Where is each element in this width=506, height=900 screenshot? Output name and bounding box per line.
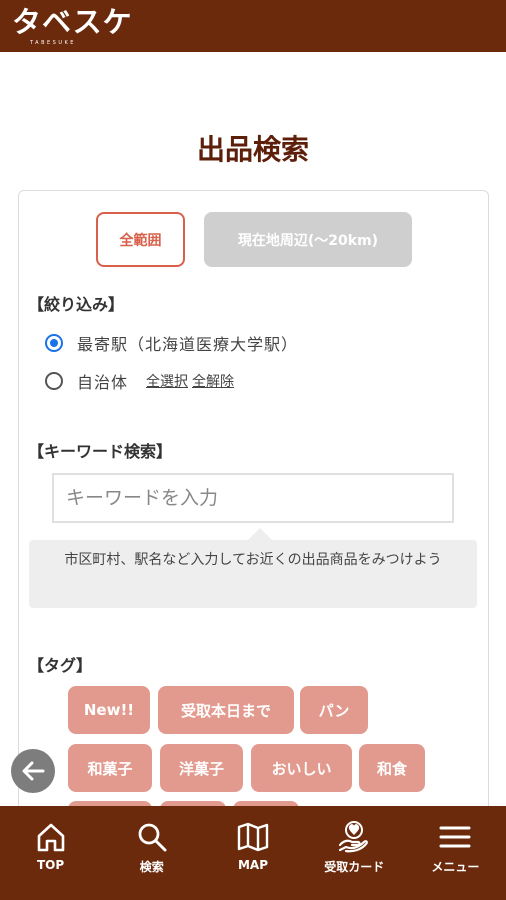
keyword-section-label: 【キーワード検索】	[28, 442, 173, 461]
tag-yogashi[interactable]: 洋菓子	[160, 744, 243, 792]
nav-label-top: TOP	[37, 858, 65, 872]
tag-delicious[interactable]: おいしい	[251, 744, 352, 792]
deselect-all-link[interactable]: 全解除	[192, 371, 234, 391]
tabesuke-logo[interactable]: タベスケ TABESUKE	[12, 4, 133, 46]
hint-arrow	[248, 528, 272, 540]
tag-pickup-today[interactable]: 受取本日まで	[158, 686, 294, 734]
back-button[interactable]	[11, 749, 55, 793]
station-radio[interactable]	[45, 334, 63, 352]
search-icon	[138, 823, 167, 852]
filter-section-label: 【絞り込み】	[28, 295, 125, 314]
municipality-radio-label: 自治体	[77, 373, 129, 392]
range-nearby-button[interactable]: 現在地周辺(〜20km)	[204, 212, 412, 267]
app-header: タベスケ TABESUKE	[0, 0, 506, 52]
menu-icon	[439, 826, 471, 848]
tag-new[interactable]: New!!	[68, 686, 150, 734]
filter-option-municipality[interactable]: 自治体 全選択 全解除	[45, 369, 234, 393]
home-icon	[37, 823, 64, 852]
nav-item-top[interactable]: TOP	[0, 806, 101, 900]
tags-section-label: 【タグ】	[28, 656, 93, 675]
station-radio-label: 最寄駅（北海道医療大学駅）	[77, 335, 299, 354]
nav-label-search: 検索	[139, 860, 164, 874]
nav-item-search[interactable]: 検索	[101, 806, 202, 900]
tag-bread[interactable]: パン	[300, 686, 368, 734]
municipality-radio[interactable]	[45, 372, 63, 390]
nav-label-receive-card: 受取カード	[324, 860, 385, 874]
range-all-button[interactable]: 全範囲	[96, 212, 185, 267]
page-title: 出品検索	[196, 133, 309, 166]
nav-label-menu: メニュー	[431, 860, 480, 874]
nav-label-map: MAP	[237, 858, 269, 872]
tag-wagashi[interactable]: 和菓子	[68, 744, 152, 792]
map-icon	[237, 822, 269, 852]
nav-item-menu[interactable]: メニュー	[405, 806, 506, 900]
receive-card-icon	[339, 821, 369, 853]
select-all-link[interactable]: 全選択	[146, 371, 188, 391]
keyword-hint: 市区町村、駅名など入力してお近くの出品商品をみつけよう	[29, 540, 477, 608]
nav-item-receive-card[interactable]: 受取カード	[304, 806, 405, 900]
arrow-left-icon	[22, 761, 45, 781]
keyword-search-input[interactable]	[52, 473, 454, 523]
tag-washoku[interactable]: 和食	[359, 744, 425, 792]
nav-item-map[interactable]: MAP	[202, 806, 303, 900]
logo-text: タベスケ	[12, 5, 133, 39]
bottom-navigation: TOP 検索 MAP 受取カード メニュー	[0, 806, 506, 900]
logo-subtext: TABESUKE	[30, 40, 76, 46]
filter-option-station[interactable]: 最寄駅（北海道医療大学駅）	[45, 331, 298, 355]
